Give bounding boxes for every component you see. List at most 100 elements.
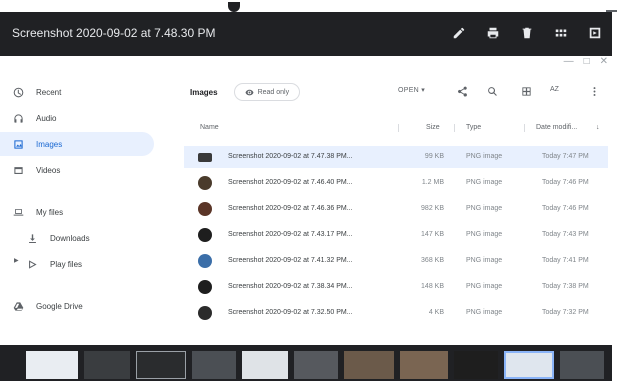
- filmstrip-thumbnail-selected[interactable]: [504, 351, 554, 379]
- sidebar-item-label: Audio: [36, 113, 57, 123]
- breadcrumb[interactable]: Images: [190, 88, 218, 97]
- file-thumbnail: [198, 306, 212, 320]
- sidebar-item-images[interactable]: Images: [0, 132, 154, 156]
- film-icon: [12, 164, 24, 176]
- column-date-modified[interactable]: Date modifi...: [536, 124, 577, 131]
- files-toolbar: Images Read only OPEN ▾ AZ: [180, 80, 612, 104]
- filmstrip-thumbnail[interactable]: [84, 351, 130, 379]
- file-list-header: Name Size Type Date modifi... ↓: [180, 120, 612, 136]
- sidebar-item-label: Google Drive: [36, 301, 83, 311]
- more-options-icon[interactable]: [588, 85, 600, 97]
- file-name: Screenshot 2020-09-02 at 7.46.36 PM...: [228, 205, 353, 212]
- file-date: Today 7:43 PM: [542, 231, 589, 238]
- headphones-icon: [12, 112, 24, 124]
- file-thumbnail: [198, 228, 212, 242]
- file-name: Screenshot 2020-09-02 at 7.41.32 PM...: [228, 257, 353, 264]
- file-type: PNG image: [466, 283, 503, 290]
- minimize-icon[interactable]: —: [564, 56, 574, 67]
- viewer-top-area: Screenshot 2020-09-02 at 7.48.30 PM: [0, 0, 617, 62]
- file-size: 368 KB: [421, 257, 444, 264]
- file-name: Screenshot 2020-09-02 at 7.32.50 PM...: [228, 309, 353, 316]
- search-icon[interactable]: [486, 85, 498, 97]
- sidebar-item-label: Recent: [36, 87, 62, 97]
- print-icon[interactable]: [486, 24, 500, 42]
- file-row[interactable]: Screenshot 2020-09-02 at 7.46.36 PM... 9…: [184, 198, 608, 220]
- column-type[interactable]: Type: [466, 124, 481, 131]
- file-name: Screenshot 2020-09-02 at 7.46.40 PM...: [228, 179, 353, 186]
- file-size: 147 KB: [421, 231, 444, 238]
- file-name: Screenshot 2020-09-02 at 7.38.34 PM...: [228, 283, 353, 290]
- file-type: PNG image: [466, 231, 503, 238]
- open-button-label: OPEN: [398, 87, 420, 94]
- column-size[interactable]: Size: [426, 124, 440, 131]
- sort-button[interactable]: AZ: [550, 86, 559, 93]
- filmstrip-thumbnail[interactable]: [560, 351, 604, 379]
- filmstrip-thumbnail[interactable]: [344, 351, 394, 379]
- file-list-pane: Images Read only OPEN ▾ AZ Name Size Typ…: [180, 80, 612, 342]
- file-thumbnail: [198, 280, 212, 294]
- file-row[interactable]: Screenshot 2020-09-02 at 7.38.34 PM... 1…: [184, 276, 608, 298]
- file-type: PNG image: [466, 153, 503, 160]
- file-row[interactable]: Screenshot 2020-09-02 at 7.32.50 PM... 4…: [184, 302, 608, 324]
- camera-notch: [228, 2, 240, 12]
- filmstrip-thumbnail[interactable]: [454, 351, 498, 379]
- sidebar-item-audio[interactable]: Audio: [0, 106, 154, 130]
- column-divider: [398, 124, 399, 132]
- laptop-icon: [12, 206, 24, 218]
- file-size: 99 KB: [424, 153, 444, 160]
- sidebar-item-my-files[interactable]: My files: [0, 200, 154, 224]
- file-name: Screenshot 2020-09-02 at 7.47.38 PM...: [228, 153, 353, 160]
- filmstrip-thumbnail[interactable]: [136, 351, 186, 379]
- file-row[interactable]: Screenshot 2020-09-02 at 7.46.40 PM... 1…: [184, 172, 608, 194]
- sort-arrow-icon[interactable]: ↓: [596, 124, 600, 131]
- sidebar-item-downloads[interactable]: Downloads: [0, 226, 154, 250]
- drive-icon: [12, 300, 24, 312]
- play-icon: [26, 258, 38, 270]
- file-type: PNG image: [466, 179, 503, 186]
- file-row[interactable]: Screenshot 2020-09-02 at 7.43.17 PM... 1…: [184, 224, 608, 246]
- sidebar-item-label: Downloads: [50, 233, 90, 243]
- file-size: 1.2 MB: [421, 179, 444, 186]
- file-size: 148 KB: [421, 283, 444, 290]
- file-type: PNG image: [466, 309, 503, 316]
- file-type: PNG image: [466, 257, 503, 264]
- maximize-icon[interactable]: □: [584, 56, 590, 67]
- viewer-toolbar: Screenshot 2020-09-02 at 7.48.30 PM: [0, 12, 612, 56]
- file-row[interactable]: Screenshot 2020-09-02 at 7.41.32 PM... 3…: [184, 250, 608, 272]
- file-thumbnail: [198, 176, 212, 190]
- read-only-label: Read only: [257, 88, 290, 96]
- viewer-actions: [452, 24, 602, 42]
- window-controls: — □ ✕: [564, 56, 608, 67]
- grid-view-icon[interactable]: [520, 85, 532, 97]
- sidebar-item-videos[interactable]: Videos: [0, 158, 154, 182]
- files-app-window: — □ ✕ Recent Audio Images Videos My file…: [0, 56, 612, 342]
- file-date: Today 7:38 PM: [542, 283, 589, 290]
- close-icon[interactable]: ✕: [600, 56, 608, 67]
- sidebar-item-label: Videos: [36, 165, 61, 175]
- pencil-icon[interactable]: [452, 24, 466, 42]
- file-size: 4 KB: [428, 309, 444, 316]
- grid-icon[interactable]: [554, 24, 568, 42]
- filmstrip-thumbnail[interactable]: [400, 351, 448, 379]
- thumbnail-filmstrip: [0, 345, 612, 381]
- column-name[interactable]: Name: [200, 124, 219, 131]
- sidebar: Recent Audio Images Videos My files Down…: [0, 80, 160, 342]
- file-date: Today 7:47 PM: [542, 153, 589, 160]
- file-type: PNG image: [466, 205, 503, 212]
- filmstrip-thumbnail[interactable]: [192, 351, 236, 379]
- sidebar-item-label: My files: [36, 207, 64, 217]
- delete-icon[interactable]: [520, 24, 534, 42]
- column-divider: [454, 124, 455, 132]
- sidebar-item-recent[interactable]: Recent: [0, 80, 154, 104]
- column-divider: [524, 124, 525, 132]
- filmstrip-thumbnail[interactable]: [294, 351, 338, 379]
- sidebar-item-google-drive[interactable]: Google Drive: [0, 294, 154, 318]
- share-icon[interactable]: [456, 85, 468, 97]
- sidebar-item-play-files[interactable]: Play files: [0, 252, 154, 276]
- filmstrip-thumbnail[interactable]: [26, 351, 78, 379]
- filmstrip-thumbnail[interactable]: [242, 351, 288, 379]
- file-row[interactable]: Screenshot 2020-09-02 at 7.47.38 PM... 9…: [184, 146, 608, 168]
- open-button[interactable]: OPEN ▾: [398, 86, 425, 94]
- file-date: Today 7:41 PM: [542, 257, 589, 264]
- slideshow-icon[interactable]: [588, 24, 602, 42]
